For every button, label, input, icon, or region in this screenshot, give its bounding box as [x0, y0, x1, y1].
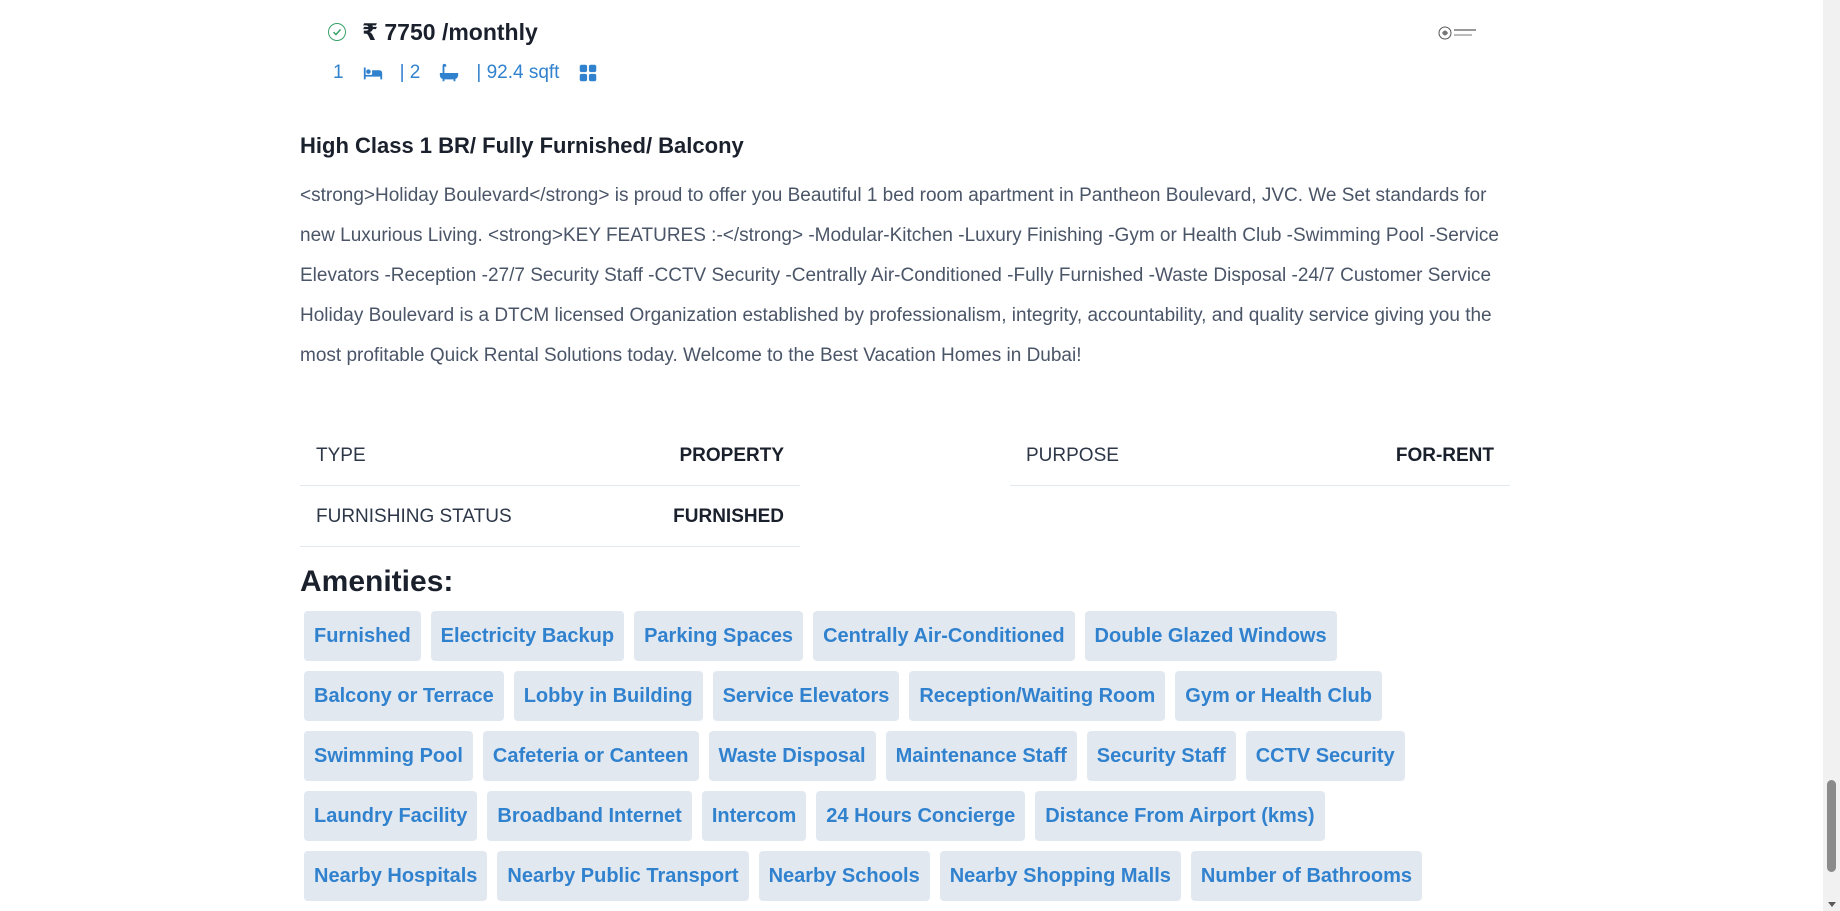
amenity-chip: 24 Hours Concierge — [816, 791, 1026, 841]
detail-purpose-label: PURPOSE — [1026, 444, 1119, 466]
bed-icon — [362, 62, 384, 84]
amenity-chip: Service Elevators — [712, 671, 900, 721]
scrollbar-thumb[interactable] — [1827, 780, 1836, 872]
grid-icon — [577, 62, 599, 84]
amenity-chip: Furnished — [304, 611, 421, 661]
detail-type: TYPE PROPERTY — [300, 426, 800, 486]
detail-purpose-value: FOR-RENT — [1395, 444, 1494, 466]
detail-purpose: PURPOSE FOR-RENT — [1010, 426, 1510, 486]
listing-title: High Class 1 BR/ Fully Furnished/ Balcon… — [300, 133, 744, 158]
amenity-chip: Nearby Public Transport — [497, 851, 749, 901]
amenities-heading: Amenities: — [300, 565, 454, 598]
detail-type-value: PROPERTY — [679, 444, 784, 466]
amenity-chip: Laundry Facility — [304, 791, 478, 841]
amenity-chip: Security Staff — [1086, 731, 1236, 781]
price-row: ₹ 7750 /monthly — [328, 14, 538, 50]
detail-type-label: TYPE — [316, 444, 366, 466]
amenity-chip: Reception/Waiting Room — [909, 671, 1166, 721]
detail-furnishing-value: FURNISHED — [673, 505, 784, 527]
price: ₹ 7750 /monthly — [362, 18, 538, 45]
amenity-chip: Nearby Schools — [758, 851, 930, 901]
amenity-chip: Lobby in Building — [513, 671, 703, 721]
property-details: TYPE PROPERTY PURPOSE FOR-RENT FURNISHIN… — [300, 426, 1512, 547]
area-size: | 92.4 sqft — [476, 62, 560, 83]
amenity-chip: Cafeteria or Canteen — [482, 731, 699, 781]
amenity-chip: Nearby Hospitals — [304, 851, 488, 901]
agency-logo — [1438, 26, 1476, 40]
property-meta: 1 | 2 | 92.4 sqft — [333, 56, 599, 90]
amenity-chip: CCTV Security — [1245, 731, 1405, 781]
amenity-chip: Centrally Air-Conditioned — [813, 611, 1075, 661]
amenity-chip: Parking Spaces — [634, 611, 804, 661]
amenities-list: Furnished Electricity Backup Parking Spa… — [304, 611, 1519, 911]
amenity-chip: Balcony or Terrace — [304, 671, 504, 721]
page-scrollbar[interactable] — [1823, 0, 1840, 911]
bedroom-count: 1 — [333, 62, 344, 83]
amenity-chip: Nearby Shopping Malls — [939, 851, 1181, 901]
amenity-chip: Swimming Pool — [304, 731, 473, 781]
amenity-chip: Gym or Health Club — [1175, 671, 1382, 721]
bath-icon — [438, 62, 460, 84]
check-circle-icon — [328, 23, 346, 41]
amenity-chip: Maintenance Staff — [885, 731, 1077, 781]
listing-description: <strong>Holiday Boulevard</strong> is pr… — [300, 185, 1499, 366]
scroll-down-icon[interactable] — [1828, 902, 1836, 907]
amenity-chip: Double Glazed Windows — [1084, 611, 1337, 661]
detail-furnishing-label: FURNISHING STATUS — [316, 505, 512, 527]
amenity-chip: Distance From Airport (kms) — [1035, 791, 1325, 841]
amenity-chip: Intercom — [701, 791, 807, 841]
detail-furnishing: FURNISHING STATUS FURNISHED — [300, 487, 800, 547]
amenity-chip: Electricity Backup — [430, 611, 625, 661]
amenity-chip: Waste Disposal — [708, 731, 876, 781]
amenity-chip: Broadband Internet — [487, 791, 692, 841]
amenity-chip: Number of Bathrooms — [1190, 851, 1423, 901]
bathroom-count: | 2 — [399, 62, 421, 83]
